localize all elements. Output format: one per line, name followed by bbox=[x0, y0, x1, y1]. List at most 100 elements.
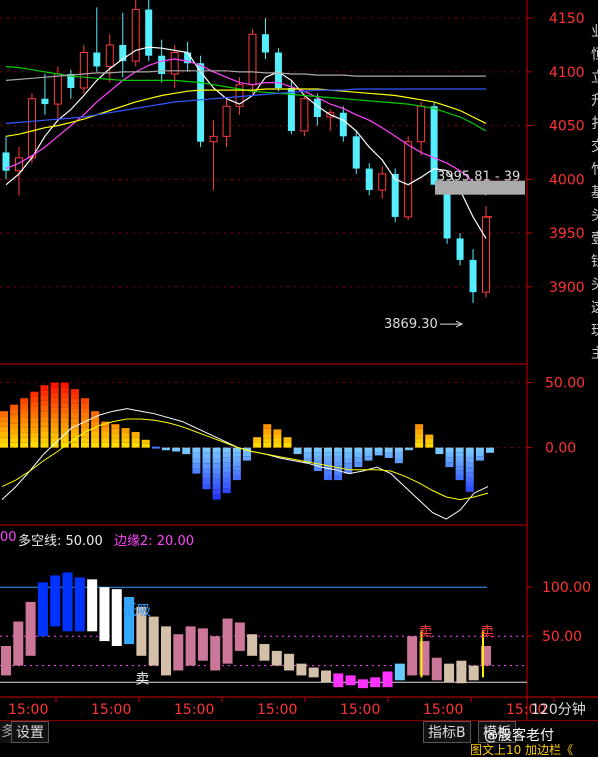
macd-bar bbox=[20, 432, 29, 438]
ind-bar bbox=[370, 677, 381, 688]
macd-bar bbox=[20, 422, 29, 428]
price-annotation-high: 3995.81 - 39 bbox=[437, 170, 520, 185]
macd-bar bbox=[445, 447, 454, 453]
macd-bar bbox=[81, 408, 89, 414]
macd-bar bbox=[263, 424, 272, 429]
macd-bar bbox=[465, 481, 474, 487]
side-panel-char: 头 bbox=[591, 277, 598, 293]
macd-bar bbox=[50, 402, 59, 408]
macd-bar bbox=[222, 452, 231, 458]
macd-bar bbox=[455, 447, 464, 453]
macd-bar bbox=[344, 458, 353, 464]
macd-bar bbox=[50, 422, 59, 428]
macd-bar bbox=[111, 442, 120, 448]
macd-bar bbox=[192, 463, 201, 469]
indicator-longshort-label: 多空线: 50.00 bbox=[18, 534, 103, 549]
ind-bar bbox=[271, 650, 282, 666]
macd-bar bbox=[364, 451, 373, 457]
macd-bar bbox=[465, 457, 474, 463]
macd-bar bbox=[425, 443, 434, 448]
macd-bar bbox=[222, 482, 231, 489]
ind-bar bbox=[74, 577, 85, 632]
macd-bar bbox=[243, 451, 251, 457]
macd-bar bbox=[232, 452, 241, 457]
ind-bar bbox=[1, 646, 11, 676]
macd-bar bbox=[60, 392, 69, 398]
macd-bar bbox=[40, 400, 49, 406]
macd-bar bbox=[0, 416, 8, 422]
candle-body bbox=[365, 168, 373, 191]
macd-bar bbox=[415, 433, 424, 439]
macd-bar bbox=[313, 456, 322, 462]
macd-bar bbox=[455, 456, 464, 462]
macd-bar bbox=[273, 429, 282, 434]
macd-bar bbox=[273, 438, 282, 444]
ind-bar bbox=[161, 626, 171, 676]
macd-bar bbox=[70, 389, 79, 394]
macd-bar bbox=[455, 461, 464, 467]
macd-bar bbox=[0, 442, 8, 448]
macd-bar bbox=[222, 488, 231, 494]
indicator-b-button[interactable]: 指标B bbox=[423, 721, 471, 743]
macd-bar bbox=[222, 477, 231, 483]
macd-bar bbox=[30, 417, 39, 423]
macd-bar bbox=[20, 437, 29, 443]
side-panel-char: 升 bbox=[591, 93, 598, 109]
ind-bar bbox=[50, 575, 61, 627]
macd-bar bbox=[10, 438, 19, 443]
macd-bar bbox=[60, 412, 69, 418]
macd-bar bbox=[162, 447, 170, 451]
macd-bar bbox=[91, 442, 100, 448]
macd-tick-label: 50.00 bbox=[545, 376, 585, 392]
macd-bar bbox=[253, 442, 262, 448]
macd-bar bbox=[475, 451, 484, 457]
ind-bar bbox=[62, 572, 73, 632]
timeframe-label: 120分钟 bbox=[531, 701, 586, 718]
ind-bar bbox=[197, 628, 208, 661]
macd-bar bbox=[455, 475, 464, 481]
macd-bar bbox=[415, 424, 424, 429]
macd-bar bbox=[40, 426, 49, 432]
candle-body bbox=[469, 259, 477, 293]
macd-bar bbox=[202, 447, 211, 453]
macd-bar bbox=[30, 401, 39, 407]
macd-bar bbox=[40, 421, 49, 427]
time-tick-label: 15:00 bbox=[423, 702, 463, 718]
ind-tick-label: 50.00 bbox=[542, 629, 582, 645]
macd-bar bbox=[222, 467, 231, 473]
macd-bar bbox=[253, 437, 262, 443]
ind-bar bbox=[333, 673, 344, 688]
macd-bar bbox=[202, 484, 211, 490]
macd-bar bbox=[415, 438, 424, 443]
macd-bar bbox=[465, 486, 474, 492]
ma-line-ma10 bbox=[5, 58, 487, 196]
macd-bar bbox=[10, 404, 19, 410]
macd-bar bbox=[232, 470, 241, 476]
macd-bar bbox=[70, 408, 79, 414]
macd-bar bbox=[70, 413, 79, 419]
signal-label: 低吸 bbox=[123, 603, 151, 619]
settings-button[interactable]: 设置 bbox=[11, 721, 49, 743]
macd-bar bbox=[111, 438, 120, 443]
ind-bar bbox=[394, 663, 405, 681]
macd-bar bbox=[10, 414, 19, 419]
macd-bar bbox=[60, 397, 69, 403]
macd-bar bbox=[121, 442, 130, 448]
macd-bar bbox=[465, 472, 474, 478]
macd-bar bbox=[283, 437, 292, 443]
side-panel-char: 立 bbox=[591, 70, 598, 86]
indicator-header-partial: 00 bbox=[0, 530, 17, 545]
signal-label: 卖 bbox=[135, 671, 149, 687]
macd-bar bbox=[60, 442, 69, 448]
macd-bar bbox=[70, 398, 79, 404]
candle-body bbox=[222, 105, 231, 137]
macd-bar bbox=[70, 418, 79, 424]
macd-bar bbox=[394, 452, 403, 458]
watermark: @股客老付 bbox=[484, 728, 554, 744]
macd-bar bbox=[60, 387, 69, 393]
macd-bar bbox=[334, 452, 343, 457]
candle-body bbox=[209, 135, 218, 143]
macd-bar bbox=[50, 412, 59, 418]
ind-bar bbox=[431, 657, 442, 681]
macd-bar bbox=[30, 396, 39, 402]
